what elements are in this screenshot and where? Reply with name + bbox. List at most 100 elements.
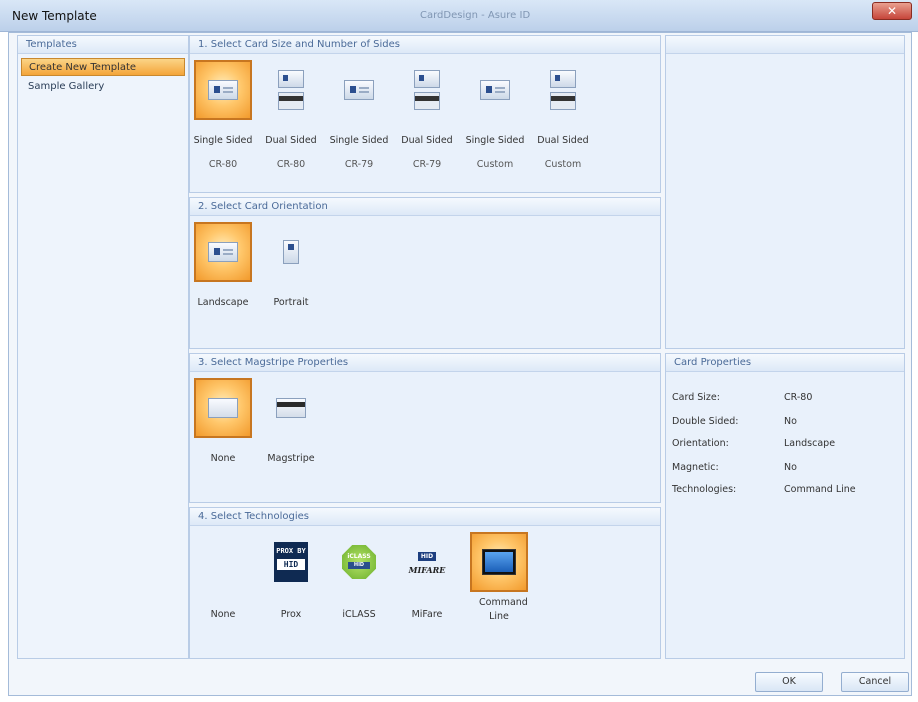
option-label: None (210, 453, 236, 464)
option-label: Single Sided (465, 135, 525, 146)
tile[interactable] (534, 60, 592, 120)
option-sublabel: CR-79 (412, 159, 442, 170)
iclass-logo-icon: iCLASS HID (342, 545, 376, 579)
option-label: Dual Sided (401, 135, 453, 146)
close-icon: ✕ (887, 4, 898, 18)
option-single-sided-custom[interactable]: Single Sided Custom (464, 60, 526, 172)
option-sublabel: CR-80 (276, 159, 306, 170)
magstripe-card-icon (276, 398, 306, 418)
prop-value-card-size: CR-80 (784, 392, 813, 403)
portrait-card-icon (283, 240, 299, 264)
option-sublabel: CR-79 (344, 159, 374, 170)
ok-button[interactable]: OK (755, 672, 823, 692)
tile[interactable] (470, 532, 528, 592)
tile[interactable] (330, 60, 388, 120)
option-tech-prox[interactable]: PROX BY HID Prox (260, 532, 322, 622)
card-properties-header: Card Properties (666, 354, 904, 372)
option-label: Single Sided (329, 135, 389, 146)
single-card-icon (344, 80, 374, 100)
template-item-create-new[interactable]: Create New Template (21, 58, 185, 76)
landscape-card-icon (208, 242, 238, 262)
logo-text: iCLASS (347, 553, 371, 560)
option-single-sided-cr79[interactable]: Single Sided CR-79 (328, 60, 390, 172)
tile[interactable] (262, 60, 320, 120)
option-tech-mifare[interactable]: HID MIFARE MiFare (396, 532, 458, 622)
app-title: CardDesign - Asure ID (420, 10, 531, 21)
option-label: Dual Sided (537, 135, 589, 146)
dual-card-icon (550, 70, 576, 110)
option-label: Single Sided (193, 135, 253, 146)
option-label: Portrait (273, 297, 309, 308)
option-magstripe[interactable]: Magstripe (260, 378, 322, 466)
option-label: Prox (280, 609, 302, 620)
orientation-section: 2. Select Card Orientation Landscape Por… (189, 197, 661, 349)
prop-value-magnetic: No (784, 462, 797, 473)
prop-value-double-sided: No (784, 416, 797, 427)
option-label: None (210, 609, 236, 620)
option-label: Command Line (479, 597, 528, 622)
tile[interactable] (194, 378, 252, 438)
tile[interactable] (262, 378, 320, 438)
logo-text: HID (348, 562, 370, 569)
option-label: iCLASS (342, 609, 376, 620)
tile[interactable] (194, 60, 252, 120)
option-label: Dual Sided (265, 135, 317, 146)
option-portrait[interactable]: Portrait (260, 222, 322, 310)
prop-label-double-sided: Double Sided: (672, 416, 739, 427)
technologies-section: 4. Select Technologies None PROX BY HID … (189, 507, 661, 659)
logo-text: PROX BY (276, 547, 306, 555)
option-sublabel: Custom (544, 159, 582, 170)
tile[interactable] (194, 532, 252, 592)
dual-card-icon (278, 70, 304, 110)
prox-logo-icon: PROX BY HID (274, 542, 308, 582)
tile[interactable] (466, 60, 524, 120)
templates-header: Templates (18, 36, 188, 54)
option-label: MiFare (411, 609, 443, 620)
preview-panel (665, 35, 905, 349)
prop-label-orientation: Orientation: (672, 438, 729, 449)
card-properties-panel: Card Properties Card Size: CR-80 Double … (665, 353, 905, 659)
option-tech-iclass[interactable]: iCLASS HID iCLASS (328, 532, 390, 622)
option-tech-command-line[interactable]: Command Line (468, 532, 530, 624)
single-card-icon (480, 80, 510, 100)
option-magstripe-none[interactable]: None (192, 378, 254, 466)
tile[interactable] (398, 60, 456, 120)
logo-text: HID (277, 559, 305, 570)
mifare-logo-icon: HID MIFARE (407, 550, 447, 575)
template-item-sample-gallery[interactable]: Sample Gallery (21, 78, 185, 96)
option-single-sided-cr80[interactable]: Single Sided CR-80 (192, 60, 254, 172)
tile[interactable]: PROX BY HID (262, 532, 320, 592)
tile[interactable]: iCLASS HID (330, 532, 388, 592)
option-dual-sided-cr79[interactable]: Dual Sided CR-79 (396, 60, 458, 172)
prop-value-orientation: Landscape (784, 438, 836, 449)
orientation-header: 2. Select Card Orientation (190, 198, 660, 216)
option-dual-sided-custom[interactable]: Dual Sided Custom (532, 60, 594, 172)
dual-card-icon (414, 70, 440, 110)
templates-panel: Templates Create New Template Sample Gal… (17, 35, 189, 659)
prop-label-technologies: Technologies: (672, 484, 737, 495)
option-landscape[interactable]: Landscape (192, 222, 254, 310)
plain-card-icon (208, 398, 238, 418)
cancel-button[interactable]: Cancel (841, 672, 909, 692)
option-dual-sided-cr80[interactable]: Dual Sided CR-80 (260, 60, 322, 172)
option-label: Landscape (197, 297, 249, 308)
prop-label-magnetic: Magnetic: (672, 462, 719, 473)
tile[interactable]: HID MIFARE (398, 532, 456, 592)
card-size-header: 1. Select Card Size and Number of Sides (190, 36, 660, 54)
option-sublabel: Custom (476, 159, 514, 170)
window-title: New Template (12, 9, 97, 23)
logo-text: HID (417, 551, 437, 561)
magstripe-header: 3. Select Magstripe Properties (190, 354, 660, 372)
prop-label-card-size: Card Size: (672, 392, 720, 403)
option-sublabel: CR-80 (208, 159, 238, 170)
tile[interactable] (194, 222, 252, 282)
magstripe-section: 3. Select Magstripe Properties None Mags… (189, 353, 661, 503)
command-line-icon (482, 549, 516, 575)
technologies-header: 4. Select Technologies (190, 508, 660, 526)
close-button[interactable]: ✕ (872, 2, 912, 20)
preview-header (666, 36, 904, 54)
dialog-body: Templates Create New Template Sample Gal… (8, 32, 912, 696)
option-tech-none[interactable]: None (192, 532, 254, 622)
card-size-section: 1. Select Card Size and Number of Sides … (189, 35, 661, 193)
tile[interactable] (262, 222, 320, 282)
